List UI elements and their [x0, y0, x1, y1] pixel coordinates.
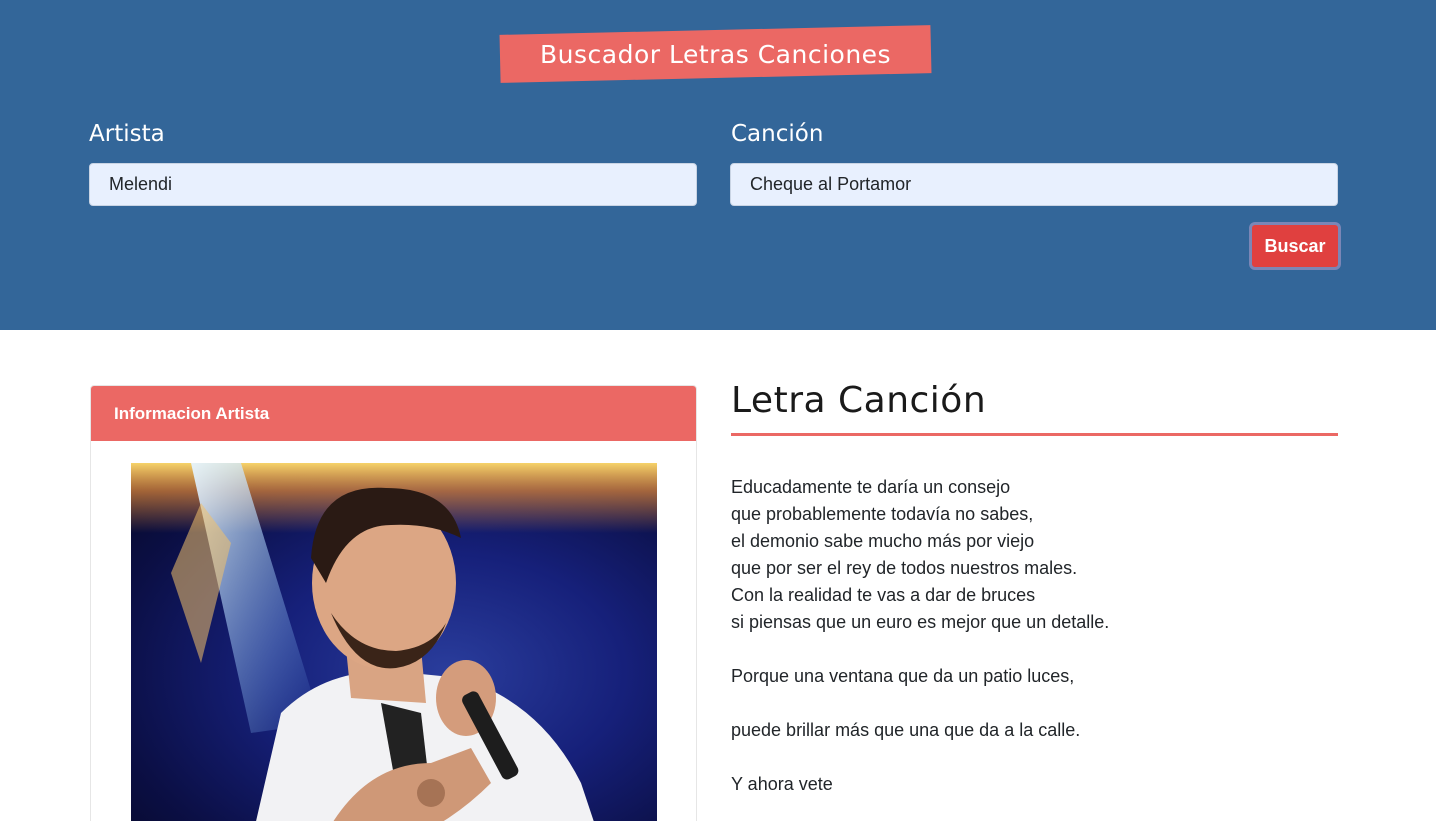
- lyrics-text: Educadamente te daría un consejo que pro…: [731, 474, 1331, 798]
- lyrics-title: Letra Canción: [731, 380, 987, 421]
- app-title-banner: Buscador Letras Canciones: [499, 25, 932, 83]
- stanza-gap: [731, 636, 1331, 663]
- search-header: Buscador Letras Canciones Artista Canció…: [0, 0, 1436, 330]
- lyric-line: el demonio sabe mucho más por viejo: [731, 531, 1035, 551]
- lyric-line: si piensas que un euro es mejor que un d…: [731, 612, 1110, 632]
- lyric-line: Educadamente te daría un consejo: [731, 477, 1011, 497]
- artist-photo: [131, 463, 657, 821]
- artist-input[interactable]: [89, 163, 697, 206]
- search-button[interactable]: Buscar: [1249, 222, 1341, 270]
- stanza-gap: [731, 690, 1331, 717]
- song-input[interactable]: [730, 163, 1338, 206]
- lyric-line: Porque una ventana que da un patio luces…: [731, 666, 1075, 686]
- lyric-line: Con la realidad te vas a dar de bruces: [731, 585, 1036, 605]
- song-label: Canción: [731, 121, 824, 147]
- lyrics-title-underline: [731, 433, 1338, 436]
- lyric-line: que probablemente todavía no sabes,: [731, 504, 1034, 524]
- lyric-line: puede brillar más que una que da a la ca…: [731, 720, 1081, 740]
- artist-info-header: Informacion Artista: [91, 386, 696, 441]
- lyric-line: Y ahora vete: [731, 774, 833, 794]
- artist-label: Artista: [89, 121, 165, 147]
- stanza-gap: [731, 744, 1331, 771]
- artist-info-card: Informacion Artista: [90, 385, 697, 821]
- lyric-line: que por ser el rey de todos nuestros mal…: [731, 558, 1078, 578]
- app-title: Buscador Letras Canciones: [539, 39, 892, 69]
